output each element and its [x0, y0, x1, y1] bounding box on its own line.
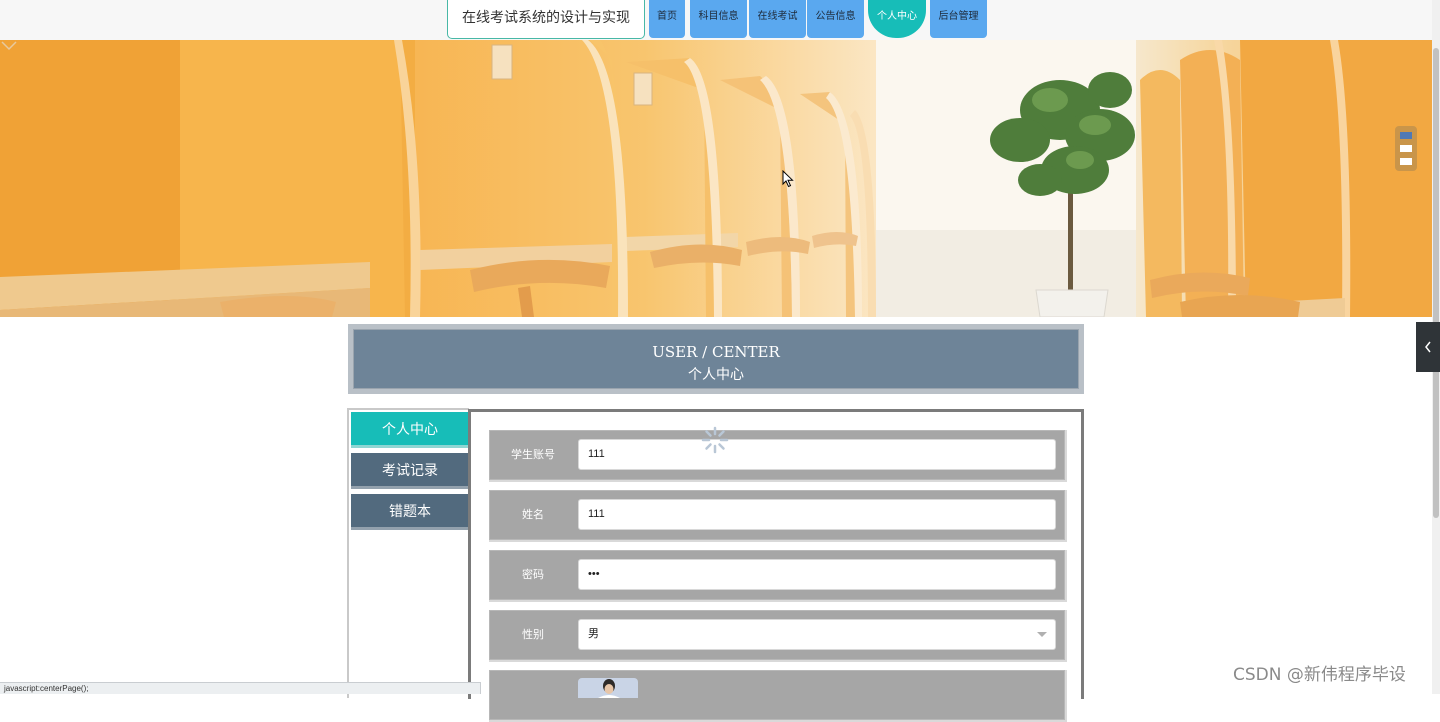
- menu-item-wrong-questions[interactable]: 错题本: [351, 494, 469, 530]
- gender-select-value: 男: [588, 628, 599, 640]
- student-account-input[interactable]: 111: [578, 439, 1056, 470]
- nav-notices[interactable]: 公告信息: [807, 0, 864, 38]
- form-row-avatar: [489, 670, 1067, 722]
- page-scrollbar-thumb[interactable]: [1433, 48, 1439, 518]
- menu-item-exam-records[interactable]: 考试记录: [351, 453, 469, 489]
- loading-spinner-icon: [701, 426, 729, 454]
- chevron-left-icon: [1425, 341, 1431, 353]
- password-label: 密码: [522, 568, 544, 581]
- form-row-gender: 性别 男: [489, 610, 1067, 662]
- nav-personal-center[interactable]: 个人中心: [868, 0, 926, 38]
- nav-subjects[interactable]: 科目信息: [690, 0, 747, 38]
- gender-select[interactable]: 男: [578, 619, 1056, 650]
- carousel-dot-1[interactable]: [1400, 132, 1412, 139]
- gender-label: 性别: [522, 628, 544, 641]
- top-navbar: 在线考试系统的设计与实现 首页 科目信息 在线考试 公告信息 个人中心 后台管理: [0, 0, 1432, 40]
- user-center-menu: 个人中心 考试记录 错题本: [347, 408, 469, 698]
- side-panel-toggle[interactable]: [1416, 322, 1440, 372]
- mouse-cursor-icon: [782, 170, 794, 188]
- carousel-dot-3[interactable]: [1400, 158, 1412, 165]
- form-row-student-account: 学生账号 111: [489, 430, 1067, 482]
- name-label: 姓名: [522, 508, 544, 521]
- form-row-name: 姓名 111: [489, 490, 1067, 542]
- site-title[interactable]: 在线考试系统的设计与实现: [447, 0, 645, 39]
- password-input[interactable]: •••: [578, 559, 1056, 590]
- nav-home[interactable]: 首页: [649, 0, 685, 38]
- chevron-down-icon: [1037, 632, 1047, 637]
- nav-online-exam[interactable]: 在线考试: [749, 0, 806, 38]
- chevron-down-icon[interactable]: [0, 40, 18, 52]
- csdn-watermark: CSDN @新伟程序毕设: [1233, 665, 1406, 685]
- student-account-label: 学生账号: [511, 448, 555, 461]
- carousel-dot-2[interactable]: [1400, 145, 1412, 152]
- banner-image: [0, 40, 1432, 317]
- form-row-password: 密码 •••: [489, 550, 1067, 602]
- avatar[interactable]: [578, 678, 638, 698]
- browser-status-bar: javascript:centerPage();: [0, 682, 481, 694]
- nav-admin[interactable]: 后台管理: [930, 0, 987, 38]
- profile-form: 学生账号 111 姓名 111 密码 ••• 性别 男: [468, 409, 1084, 722]
- avatar-image: [598, 679, 620, 698]
- section-header: USER / CENTER 个人中心: [348, 324, 1084, 394]
- section-title-cn: 个人中心: [688, 367, 744, 383]
- menu-item-personal-center[interactable]: 个人中心: [351, 412, 469, 448]
- name-input[interactable]: 111: [578, 499, 1056, 530]
- carousel-indicator: [1395, 126, 1417, 171]
- section-title-en: USER / CENTER: [652, 343, 780, 361]
- banner-carousel[interactable]: [0, 40, 1432, 317]
